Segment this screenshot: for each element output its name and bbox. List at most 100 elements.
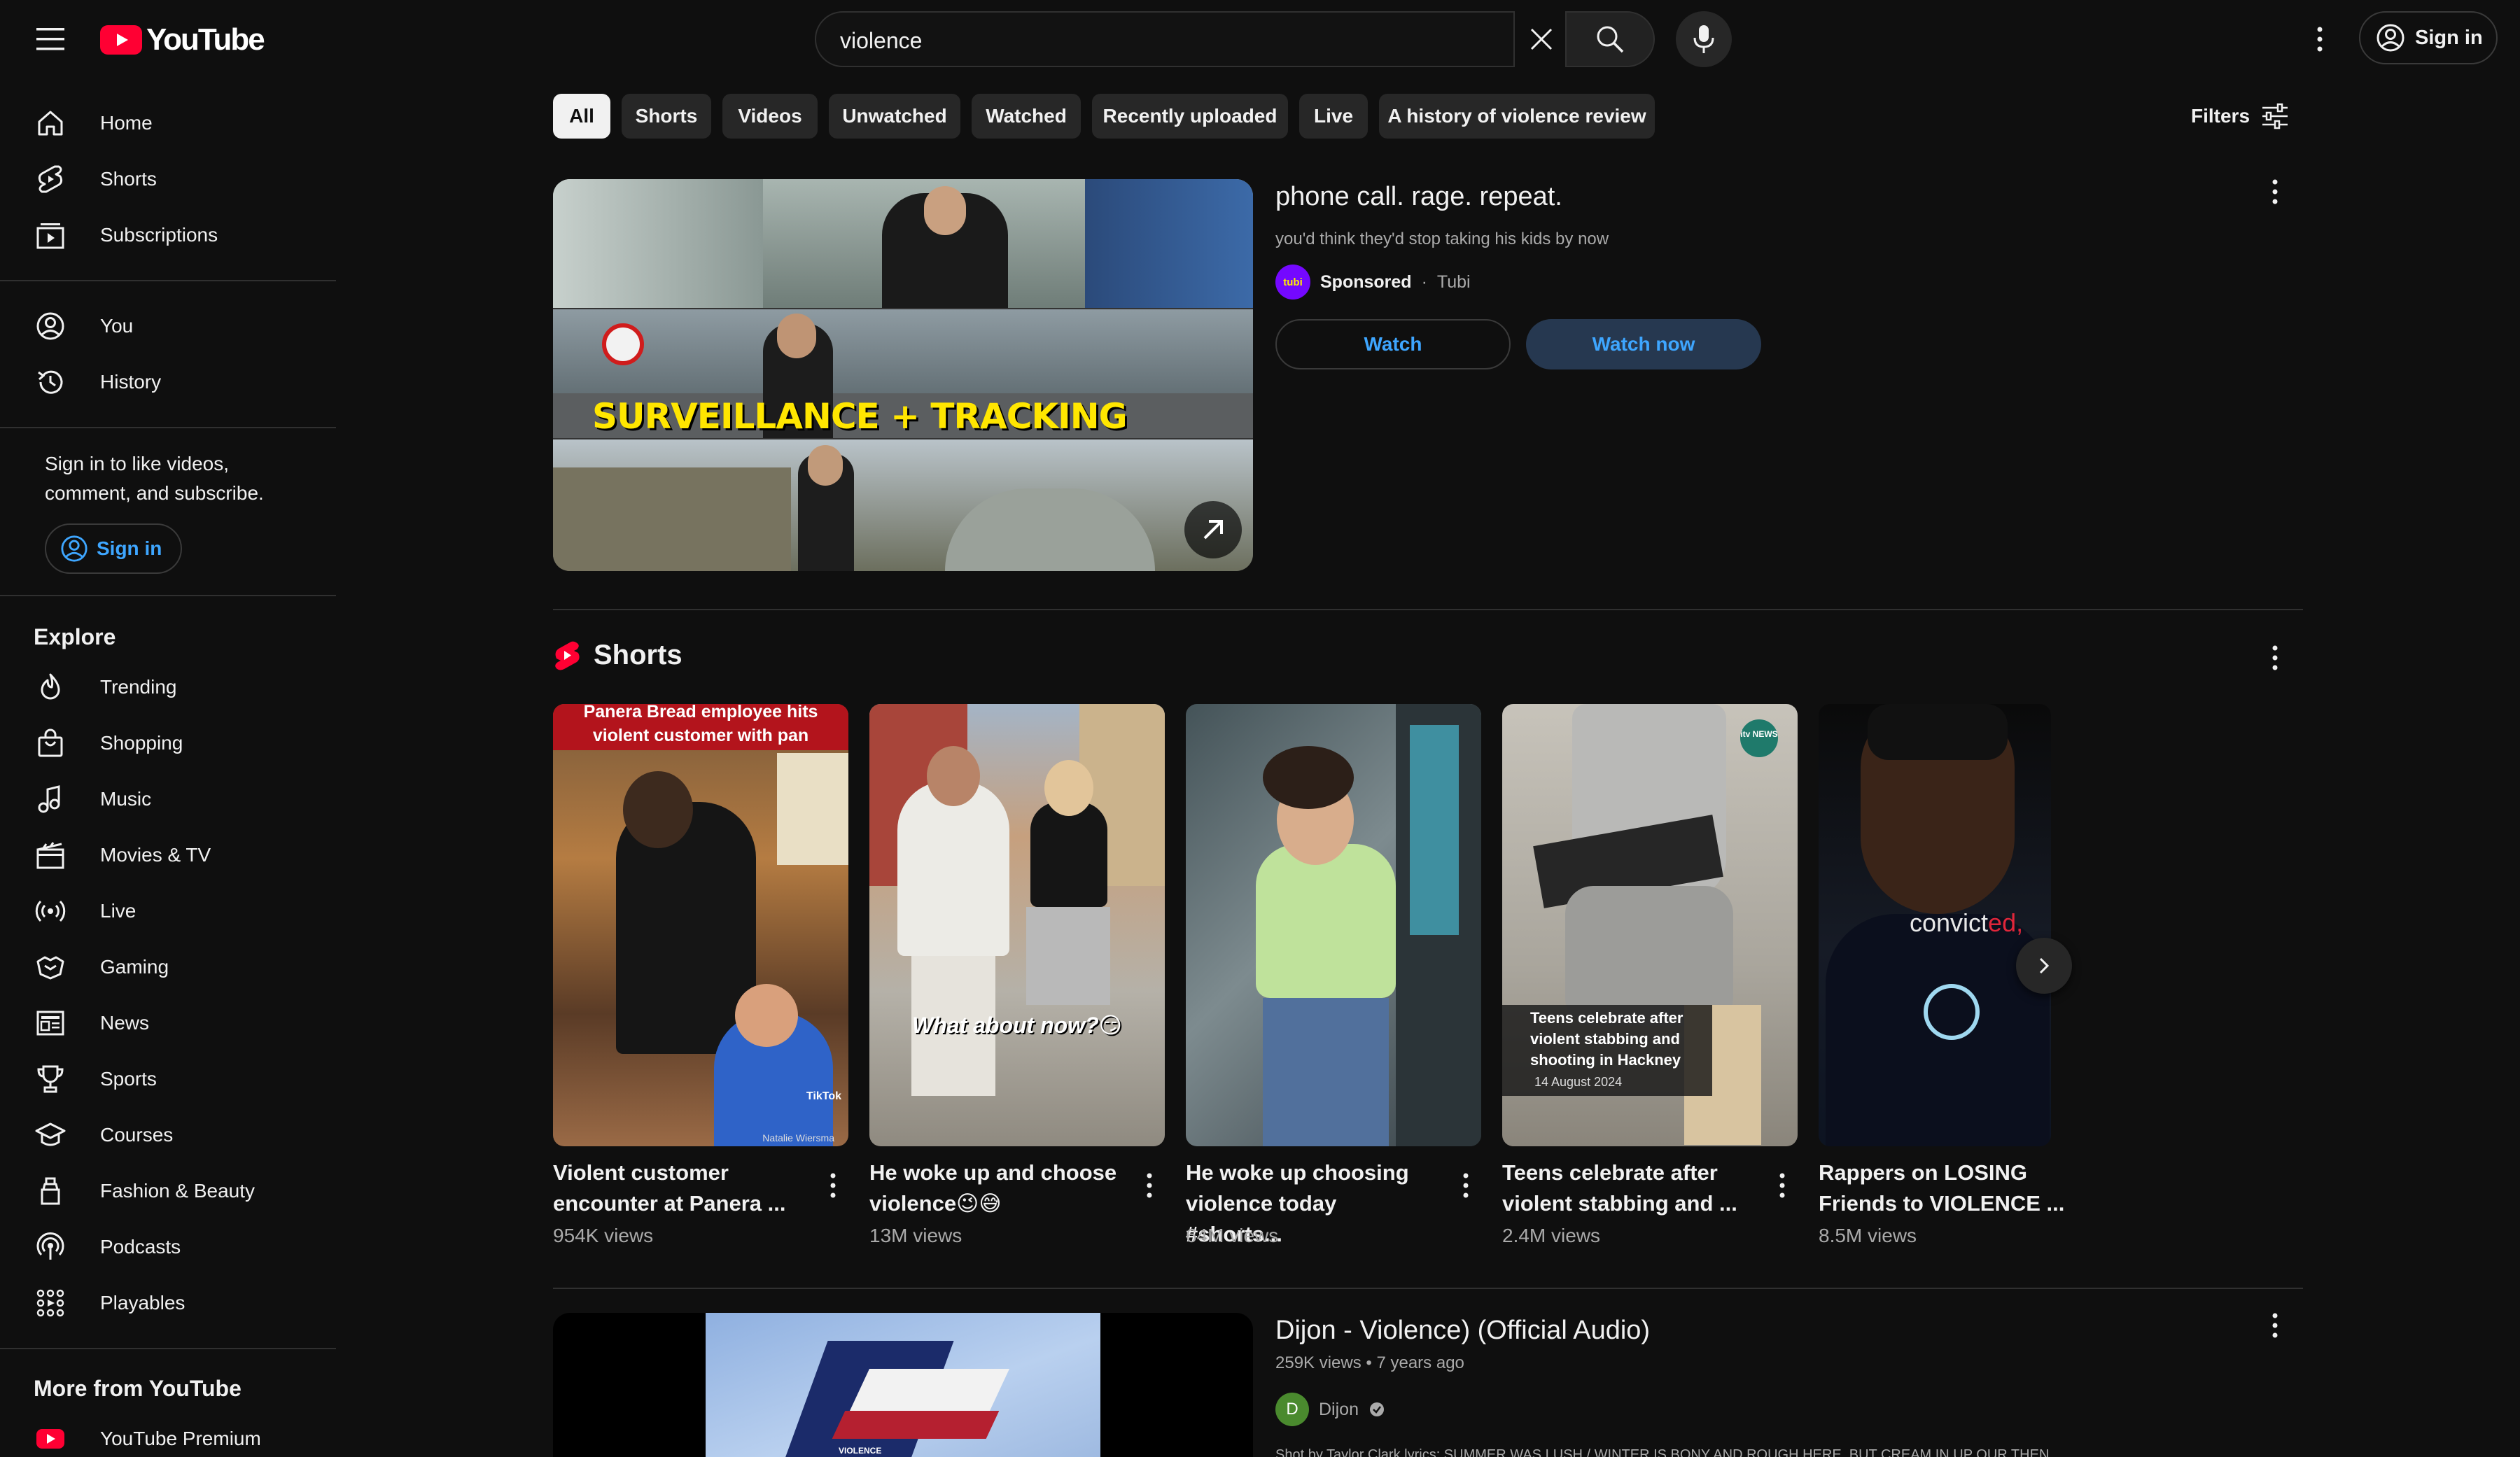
sidebar-item-label: Music xyxy=(100,788,152,810)
sidebar-item-trending[interactable]: Trending xyxy=(0,662,336,712)
chip-live[interactable]: Live xyxy=(1299,94,1368,139)
short-views: 954K views xyxy=(553,1225,654,1246)
sidebar-item-live[interactable]: Live xyxy=(0,886,336,936)
explore-heading: Explore xyxy=(34,624,116,649)
chip-watched[interactable]: Watched xyxy=(972,94,1081,139)
open-external-icon[interactable] xyxy=(1184,501,1242,558)
sidebar-item-movies-tv[interactable]: Movies & TV xyxy=(0,830,336,880)
sidebar-divider xyxy=(0,595,336,596)
short-title[interactable]: Rappers on LOSING Friends to VIOLENCE ..… xyxy=(1819,1157,2071,1219)
short-card[interactable]: He woke up choosing violence today #shor… xyxy=(1186,704,1481,1246)
sidebar-item-history[interactable]: History xyxy=(0,357,336,407)
short-thumb-caption: Teens celebrate after violent stabbing a… xyxy=(1530,1009,1684,1069)
short-card[interactable]: What about now?😏 He woke up and choose v… xyxy=(869,704,1165,1246)
sidebar-item-youtube-premium[interactable]: YouTube Premium xyxy=(0,1414,336,1457)
shelf-next-button[interactable] xyxy=(2016,938,2072,994)
ad-thumbnail[interactable]: SURVEILLANCE + TRACKING xyxy=(553,179,1253,571)
sidebar-item-courses[interactable]: Courses xyxy=(0,1110,336,1160)
sidebar-item-fashion-beauty[interactable]: Fashion & Beauty xyxy=(0,1166,336,1216)
clear-search-icon[interactable] xyxy=(1519,17,1564,62)
short-title[interactable]: He woke up and choose violence😉😅 xyxy=(869,1157,1121,1219)
sidebar-item-label: Playables xyxy=(100,1292,186,1314)
channel-avatar[interactable]: D xyxy=(1275,1393,1309,1426)
short-more-icon[interactable] xyxy=(1768,1166,1796,1205)
voice-search-button[interactable] xyxy=(1676,11,1732,67)
short-thumbnail[interactable] xyxy=(1186,704,1481,1146)
ad-title[interactable]: phone call. rage. repeat. xyxy=(1275,182,1562,212)
short-more-icon[interactable] xyxy=(1452,1166,1480,1205)
ad-frame-rooftops xyxy=(553,439,1253,571)
settings-more-icon[interactable] xyxy=(2303,21,2337,57)
short-card[interactable]: Panera Bread employee hits violent custo… xyxy=(553,704,848,1246)
ad-description: you'd think they'd stop taking his kids … xyxy=(1275,230,1609,248)
menu-icon[interactable] xyxy=(34,24,67,55)
sidebar-item-sports[interactable]: Sports xyxy=(0,1054,336,1104)
search-value[interactable]: violence xyxy=(840,28,922,54)
youtube-play-logo-icon xyxy=(100,25,142,55)
short-title[interactable]: Teens celebrate after violent stabbing a… xyxy=(1502,1157,1754,1219)
youtube-logo[interactable]: YouTube xyxy=(100,22,265,57)
watch-now-button[interactable]: Watch now xyxy=(1526,319,1761,369)
sidebar-item-playables[interactable]: Playables xyxy=(0,1278,336,1328)
youtube-premium-icon xyxy=(34,1422,67,1456)
sidebar-divider xyxy=(0,427,336,428)
short-views: 13M views xyxy=(869,1225,962,1246)
video-more-icon[interactable] xyxy=(2261,1306,2289,1345)
channel-name[interactable]: Dijon xyxy=(1319,1400,1359,1420)
chip-videos[interactable]: Videos xyxy=(722,94,818,139)
video-title[interactable]: Dijon - Violence) (Official Audio) xyxy=(1275,1316,1650,1346)
itv-news-badge: itv NEWS xyxy=(1740,729,1778,739)
ad-more-icon[interactable] xyxy=(2261,172,2289,211)
short-title[interactable]: Violent customer encounter at Panera ... xyxy=(553,1157,805,1219)
masthead: YouTube violence Sign in xyxy=(0,0,2520,78)
short-more-icon[interactable] xyxy=(1135,1166,1163,1205)
sidebar-item-gaming[interactable]: Gaming xyxy=(0,942,336,992)
short-thumbnail[interactable]: Panera Bread employee hits violent custo… xyxy=(553,704,848,1146)
music-icon xyxy=(34,782,67,816)
sidebar-item-label: Shopping xyxy=(100,732,183,754)
sports-icon xyxy=(34,1062,67,1096)
chip-history-of-violence-review[interactable]: A history of violence review xyxy=(1379,94,1655,139)
search-input[interactable]: violence xyxy=(815,11,1515,67)
advertiser-logo[interactable]: tubi xyxy=(1275,265,1310,300)
filters-button[interactable]: Filters xyxy=(2191,102,2289,130)
sidebar-item-label: Courses xyxy=(100,1124,174,1146)
video-thumbnail[interactable]: VIOLENCE xyxy=(553,1313,1253,1457)
chip-all[interactable]: All xyxy=(553,94,610,139)
short-thumbnail[interactable]: convicted, xyxy=(1819,704,2051,1146)
short-thumb-caption: What about now?😏 xyxy=(912,1013,1122,1038)
thumb-date: 14 August 2024 xyxy=(1534,1075,1623,1089)
filters-label: Filters xyxy=(2191,105,2250,127)
video-channel[interactable]: D Dijon xyxy=(1275,1393,1385,1426)
sign-in-button[interactable]: Sign in xyxy=(2359,11,2498,64)
short-more-icon[interactable] xyxy=(819,1166,847,1205)
shorts-logo-icon xyxy=(555,641,580,670)
watch-button[interactable]: Watch xyxy=(1275,319,1511,369)
chip-shorts[interactable]: Shorts xyxy=(622,94,711,139)
short-thumbnail[interactable]: itv NEWS Teens celebrate after violent s… xyxy=(1502,704,1798,1146)
short-thumbnail[interactable]: What about now?😏 xyxy=(869,704,1165,1146)
short-views: 2.4M views xyxy=(1502,1225,1601,1246)
sidebar-sign-in-button[interactable]: Sign in xyxy=(45,523,182,574)
sidebar-item-home[interactable]: Home xyxy=(0,98,336,148)
sidebar-item-shorts[interactable]: Shorts xyxy=(0,154,336,204)
shorts-more-icon[interactable] xyxy=(2261,638,2289,677)
sidebar-item-podcasts[interactable]: Podcasts xyxy=(0,1222,336,1272)
short-card[interactable]: convicted, Rappers on LOSING Friends to … xyxy=(1819,704,2064,1246)
chip-unwatched[interactable]: Unwatched xyxy=(829,94,960,139)
shorts-shelf-header: Shorts xyxy=(553,640,682,671)
sidebar-item-music[interactable]: Music xyxy=(0,774,336,824)
account-icon xyxy=(2376,24,2404,52)
logo-text: YouTube xyxy=(146,22,265,57)
sidebar-item-shopping[interactable]: Shopping xyxy=(0,718,336,768)
sidebar-item-you[interactable]: You xyxy=(0,301,336,351)
short-card[interactable]: itv NEWS Teens celebrate after violent s… xyxy=(1502,704,1798,1246)
sidebar-item-news[interactable]: News xyxy=(0,998,336,1048)
account-icon xyxy=(61,535,88,562)
sidebar-item-subscriptions[interactable]: Subscriptions xyxy=(0,210,336,260)
chip-recently-uploaded[interactable]: Recently uploaded xyxy=(1092,94,1288,139)
filters-icon xyxy=(2262,103,2288,129)
search-button[interactable] xyxy=(1565,11,1655,67)
short-views: 64M views xyxy=(1186,1225,1279,1246)
ad-meta: tubi Sponsored · Tubi xyxy=(1275,265,1471,300)
